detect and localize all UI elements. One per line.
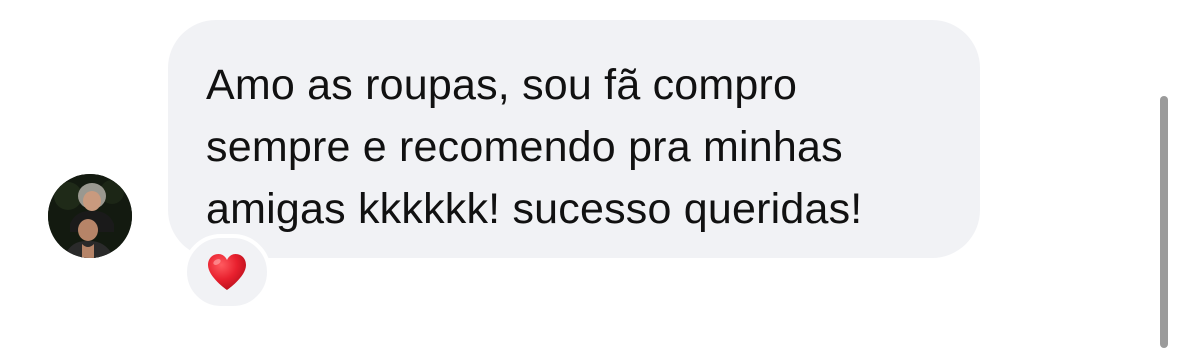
- comment-bubble[interactable]: Amo as roupas, sou fã compro sempre e re…: [168, 20, 980, 258]
- comment-text: Amo as roupas, sou fã compro sempre e re…: [206, 61, 863, 233]
- avatar-photo: [48, 174, 132, 258]
- avatar[interactable]: [48, 174, 132, 258]
- scrollbar[interactable]: [1160, 96, 1168, 348]
- heart-icon: [208, 254, 246, 290]
- reaction-badge[interactable]: [183, 234, 271, 310]
- comment-thread: Amo as roupas, sou fã compro sempre e re…: [0, 0, 1178, 348]
